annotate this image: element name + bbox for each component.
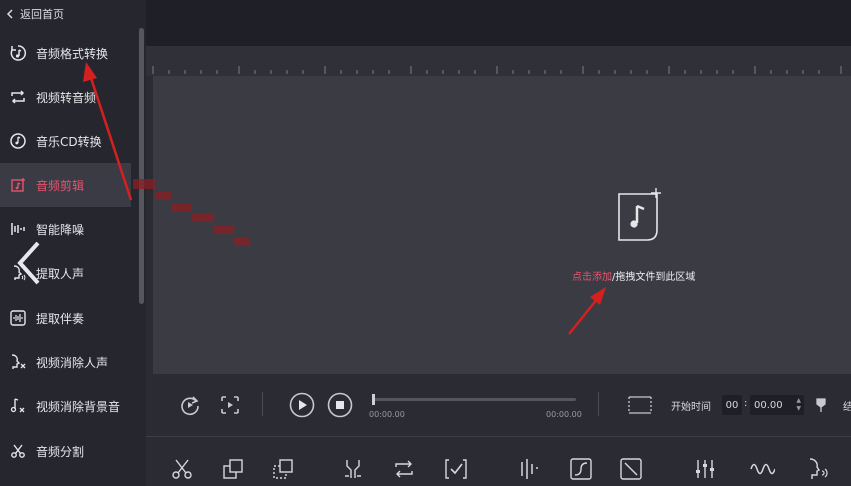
paste-icon (273, 459, 293, 479)
paste-tool-button[interactable] (270, 456, 296, 482)
start-minute-field[interactable]: 00.00 ▲ ▼ (750, 395, 804, 415)
selection-range-icon (628, 396, 652, 414)
select-check-icon (445, 459, 467, 479)
divider (598, 392, 599, 416)
time-separator: : (744, 398, 748, 409)
annotation-arrow-sidebar (83, 62, 133, 201)
selection-range-button[interactable] (627, 395, 653, 419)
annotation-drag-trail (133, 179, 250, 246)
start-hour-value: 00 (725, 399, 739, 411)
loop-region-icon (221, 396, 239, 414)
equalizer-icon (696, 460, 714, 478)
start-hour-field[interactable]: 00 (722, 395, 742, 415)
progress-slider[interactable] (372, 394, 576, 405)
loop-region-button[interactable] (219, 394, 241, 420)
stepper-arrows-icon[interactable]: ▲ ▼ (796, 397, 801, 413)
wave-tool-button[interactable] (749, 456, 776, 482)
chevron-left-large-icon (17, 241, 40, 285)
play-button[interactable] (289, 392, 315, 422)
scissors-icon (172, 459, 192, 479)
copy-tool-button[interactable] (220, 456, 246, 482)
silence-tool-button[interactable] (517, 456, 543, 482)
fade-out-tool-button[interactable] (618, 456, 644, 482)
prev-page-arrow[interactable] (14, 240, 42, 290)
fade-in-tool-button[interactable] (568, 456, 594, 482)
fade-out-icon (620, 458, 642, 480)
copy-icon (223, 459, 243, 479)
replay-icon (181, 396, 199, 416)
annotation-arrow-dropzone (568, 287, 606, 335)
stop-button[interactable] (327, 392, 353, 422)
split-icon (345, 460, 361, 478)
voice-icon (809, 458, 828, 479)
waveform-cut-icon (521, 459, 538, 479)
stop-icon (327, 392, 353, 418)
select-tool-button[interactable] (443, 456, 469, 482)
end-time-label-partial: 结 (843, 402, 851, 413)
play-icon (289, 392, 315, 418)
cut-tool-button[interactable] (169, 456, 195, 482)
loop-tool-button[interactable] (391, 456, 417, 482)
start-time-label: 开始时间 (671, 402, 711, 413)
progress-handle[interactable] (372, 394, 375, 405)
divider (262, 392, 263, 416)
edit-toolbar (146, 437, 851, 486)
split-tool-button[interactable] (340, 456, 366, 482)
start-minute-value: 00.00 (754, 399, 783, 411)
total-time: 00:00.00 (546, 410, 582, 419)
loop-icon (395, 460, 413, 478)
sine-wave-icon (750, 463, 776, 475)
replay-button[interactable] (179, 394, 201, 420)
voice-tool-button[interactable] (806, 456, 832, 482)
current-time: 00:00.00 (369, 410, 405, 419)
location-pin-icon[interactable] (816, 397, 826, 417)
fade-in-icon (570, 458, 592, 480)
equalizer-tool-button[interactable] (692, 456, 718, 482)
